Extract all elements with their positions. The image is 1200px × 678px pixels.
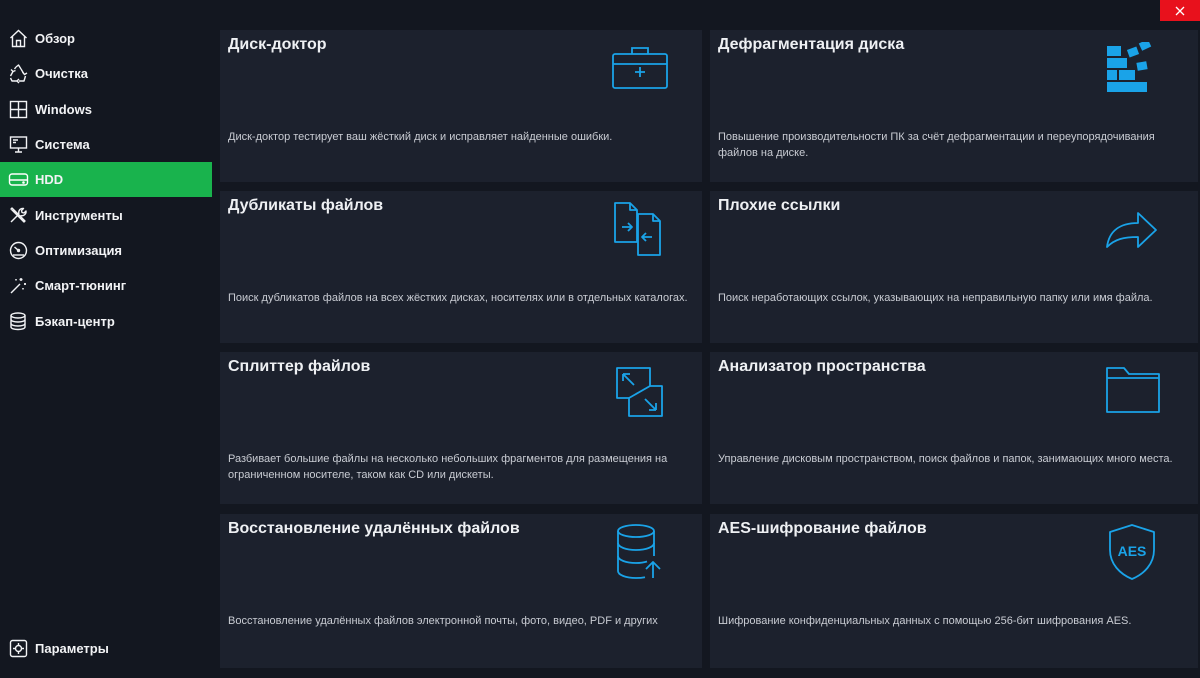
sidebar-item-tools[interactable]: Инструменты bbox=[0, 197, 212, 232]
card-disk-defrag[interactable]: Дефрагментация диска Повышение производи… bbox=[710, 30, 1198, 182]
sidebar-item-label: Смарт-тюнинг bbox=[35, 278, 127, 294]
aes-shield-icon: AES bbox=[1102, 522, 1162, 582]
sidebar-footer: Параметры bbox=[0, 631, 212, 666]
sidebar-item-settings[interactable]: Параметры bbox=[0, 631, 212, 666]
app-window: Обзор Очистка Windows Система HDD Инстру… bbox=[0, 0, 1200, 678]
card-description: Поиск дубликатов файлов на всех жёстких … bbox=[228, 292, 688, 304]
sidebar-item-windows[interactable]: Windows bbox=[0, 92, 212, 127]
aes-icon-text: AES bbox=[1118, 543, 1147, 559]
database-icon bbox=[8, 311, 29, 332]
card-broken-links[interactable]: Плохие ссылки Поиск неработающих ссылок,… bbox=[710, 191, 1198, 343]
card-description: Шифрование конфиденциальных данных с пом… bbox=[718, 615, 1132, 627]
sidebar-item-label: Параметры bbox=[35, 641, 109, 657]
sidebar-item-overview[interactable]: Обзор bbox=[0, 21, 212, 56]
file-splitter-icon bbox=[610, 362, 670, 422]
database-restore-icon bbox=[610, 522, 670, 582]
sidebar-item-label: Инструменты bbox=[35, 207, 123, 223]
card-description: Управление дисковым пространством, поиск… bbox=[718, 453, 1173, 465]
medkit-icon bbox=[610, 42, 670, 102]
card-description: Диск-доктор тестирует ваш жёсткий диск и… bbox=[228, 131, 613, 143]
tools-grid: Диск-доктор Диск-доктор тестирует ваш жё… bbox=[220, 30, 1198, 668]
card-description: Разбивает большие файлы на несколько неб… bbox=[228, 453, 668, 481]
sidebar-item-hdd[interactable]: HDD bbox=[0, 162, 212, 198]
card-title: AES-шифрование файлов bbox=[718, 520, 927, 537]
sidebar-item-optimization[interactable]: Оптимизация bbox=[0, 233, 212, 268]
sidebar-nav: Обзор Очистка Windows Система HDD Инстру… bbox=[0, 21, 212, 339]
card-duplicate-files[interactable]: Дубликаты файлов Поиск дубликатов файлов… bbox=[220, 191, 702, 343]
home-icon bbox=[8, 28, 29, 49]
system-icon bbox=[8, 134, 29, 155]
gauge-icon bbox=[8, 240, 29, 261]
close-icon bbox=[1175, 6, 1185, 15]
windows-icon bbox=[8, 99, 29, 120]
card-title: Дубликаты файлов bbox=[228, 197, 384, 214]
card-title: Дефрагментация диска bbox=[718, 36, 905, 53]
recycle-icon bbox=[8, 63, 29, 84]
magic-wand-icon bbox=[8, 275, 29, 296]
card-title: Диск-доктор bbox=[228, 36, 327, 53]
duplicate-files-icon bbox=[610, 199, 670, 259]
card-file-splitter[interactable]: Сплиттер файлов Разбивает большие файлы … bbox=[220, 352, 702, 504]
card-description: Повышение производительности ПК за счёт … bbox=[718, 131, 1155, 159]
sidebar-item-label: Система bbox=[35, 137, 90, 153]
card-space-analyzer[interactable]: Анализатор пространства Управление диско… bbox=[710, 352, 1198, 504]
card-title: Плохие ссылки bbox=[718, 197, 841, 214]
card-file-recovery[interactable]: Восстановление удалённых файлов Восстано… bbox=[220, 514, 702, 668]
card-description: Восстановление удалённых файлов электрон… bbox=[228, 615, 658, 627]
sidebar-item-label: Обзор bbox=[35, 31, 75, 47]
sidebar-item-label: Оптимизация bbox=[35, 242, 123, 258]
card-title: Восстановление удалённых файлов bbox=[228, 520, 520, 537]
sidebar-item-smart-tuning[interactable]: Смарт-тюнинг bbox=[0, 268, 212, 303]
sidebar-item-cleanup[interactable]: Очистка bbox=[0, 56, 212, 91]
close-button[interactable] bbox=[1160, 0, 1200, 21]
sidebar-item-label: Очистка bbox=[35, 66, 88, 82]
card-aes-encryption[interactable]: AES-шифрование файлов AES Шифрование кон… bbox=[710, 514, 1198, 668]
share-arrow-icon bbox=[1104, 203, 1164, 263]
sidebar-item-system[interactable]: Система bbox=[0, 127, 212, 162]
hdd-icon bbox=[8, 169, 29, 190]
sidebar: Обзор Очистка Windows Система HDD Инстру… bbox=[0, 0, 212, 678]
sidebar-item-backup-center[interactable]: Бэкап-центр bbox=[0, 303, 212, 338]
tools-icon bbox=[8, 205, 29, 226]
card-disk-doctor[interactable]: Диск-доктор Диск-доктор тестирует ваш жё… bbox=[220, 30, 702, 182]
settings-icon bbox=[8, 638, 29, 659]
card-title: Сплиттер файлов bbox=[228, 358, 371, 375]
card-title: Анализатор пространства bbox=[718, 358, 926, 375]
folder-icon bbox=[1104, 364, 1164, 424]
sidebar-item-label: Windows bbox=[35, 101, 92, 117]
sidebar-item-label: Бэкап-центр bbox=[35, 313, 115, 329]
sidebar-item-label: HDD bbox=[35, 172, 64, 188]
card-description: Поиск неработающих ссылок, указывающих н… bbox=[718, 292, 1153, 304]
defrag-icon bbox=[1104, 39, 1164, 102]
